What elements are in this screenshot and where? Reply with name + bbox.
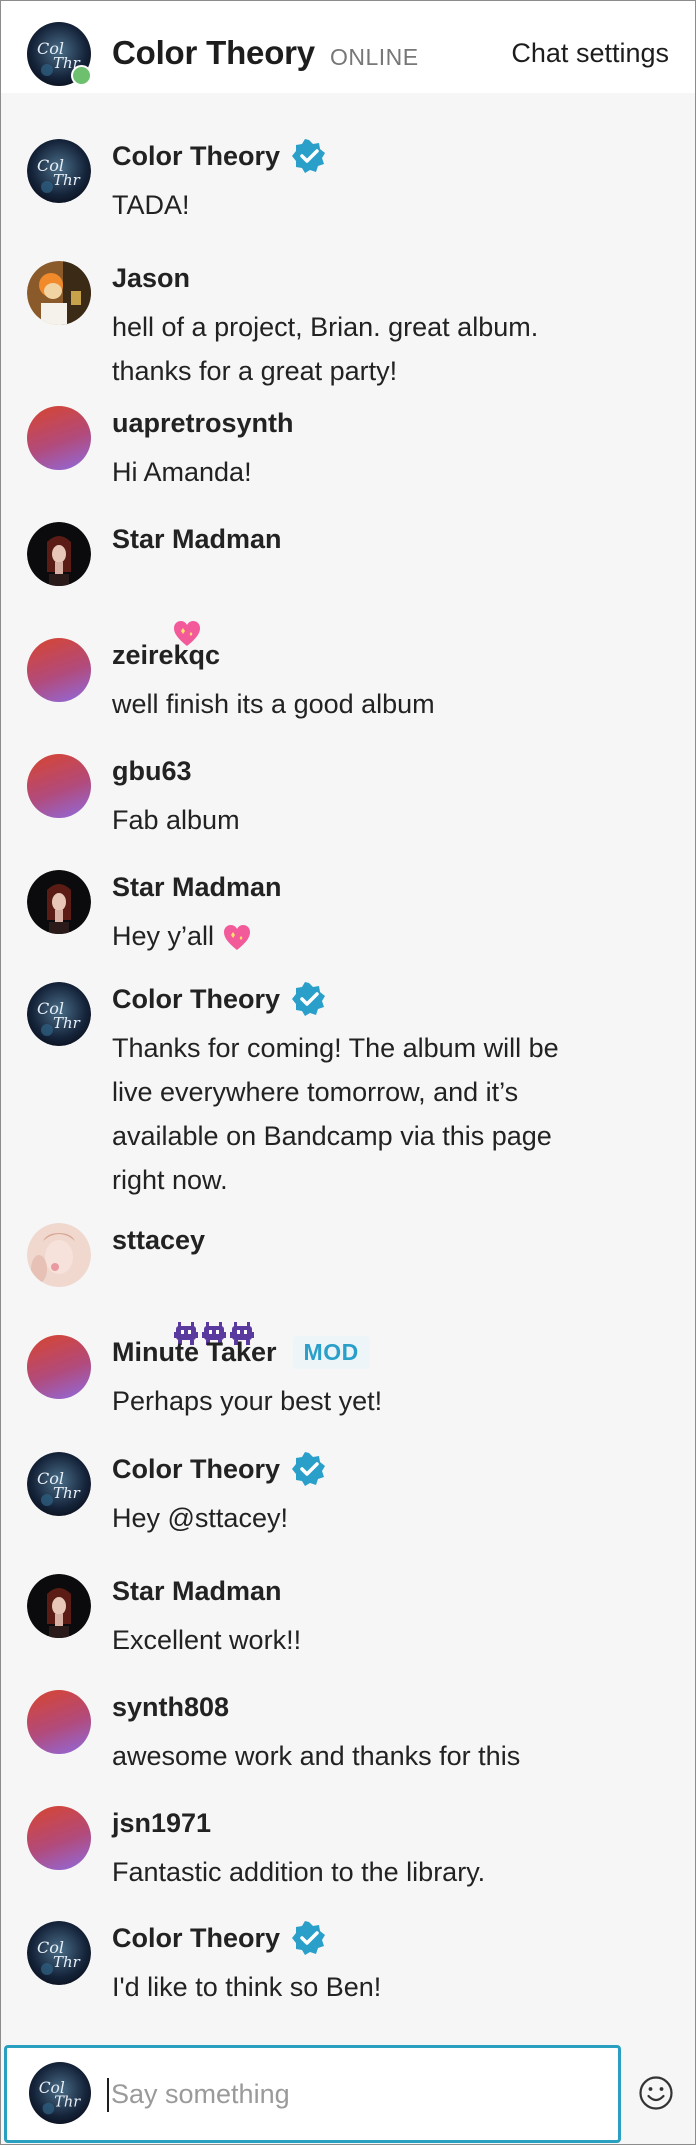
message-text: well finish its a good album [112,689,435,719]
message-text: Fab album [112,805,240,835]
avatar[interactable] [27,1806,91,1870]
svg-text:Thr: Thr [53,1953,81,1971]
author-name[interactable]: Color Theory [112,141,280,172]
author-name[interactable]: zeirekqc [112,640,220,671]
avatar[interactable] [27,638,91,702]
message-text: Hey y’all [112,914,602,958]
avatar[interactable] [27,870,91,934]
smiley-icon[interactable] [638,2075,674,2111]
author-name[interactable]: jsn1971 [112,1808,211,1839]
verified-badge-icon [292,1921,326,1955]
message-text: TADA! [112,190,190,220]
message-text: Excellent work!! [112,1625,302,1655]
user-avatar: Col Thr [29,2062,91,2124]
avatar[interactable] [27,1223,91,1287]
author-name[interactable]: Star Madman [112,524,282,555]
svg-text:Thr: Thr [53,1484,81,1502]
author-name[interactable]: synth808 [112,1692,229,1723]
author-name[interactable]: gbu63 [112,756,192,787]
avatar[interactable]: Col Thr [27,1921,91,1985]
sparkling-heart-emoji [223,924,250,950]
composer: Col Thr [1,2041,695,2144]
message-text: Perhaps your best yet! [112,1386,383,1416]
message-input-box[interactable]: Col Thr [4,2045,621,2143]
chat-window: Col Thr Color Theory TADA! Jason hell of … [0,0,696,2145]
avatar[interactable] [27,406,91,470]
message-text: Hi Amanda! [112,457,252,487]
verified-badge-icon [292,1452,326,1486]
author-name[interactable]: Color Theory [112,1454,280,1485]
avatar[interactable]: Col Thr [27,982,91,1046]
avatar[interactable] [27,1574,91,1638]
svg-text:Thr: Thr [53,1014,81,1032]
message-input[interactable] [111,2070,591,2118]
author-name[interactable]: Star Madman [112,872,282,903]
author-name[interactable]: sttacey [112,1225,205,1256]
text-caret [107,2078,109,2112]
svg-text:Thr: Thr [53,171,81,189]
channel-title: Color Theory [112,34,315,71]
author-name[interactable]: Minute Taker [112,1337,277,1368]
message-text: Hey @sttacey! [112,1503,288,1533]
message-text-content: Hey y’all [112,921,215,951]
avatar[interactable]: Col Thr [27,1452,91,1516]
online-indicator [71,65,92,86]
avatar[interactable]: Col Thr [27,139,91,203]
avatar[interactable] [27,1335,91,1399]
author-name[interactable]: Color Theory [112,984,280,1015]
svg-text:Thr: Thr [54,2095,81,2111]
message-text: I'd like to think so Ben! [112,1972,382,2002]
mod-badge: MOD [292,1335,370,1369]
author-name[interactable]: Star Madman [112,1576,282,1607]
avatar[interactable] [27,754,91,818]
message-text: Fantastic addition to the library. [112,1857,486,1887]
avatar[interactable] [27,1690,91,1754]
channel-avatar[interactable]: Col Thr [27,22,92,86]
chat-settings-button[interactable]: Chat settings [511,38,669,69]
message-text [112,566,602,698]
online-status: ONLINE [330,44,419,70]
author-name[interactable]: Color Theory [112,1923,280,1954]
message-list[interactable]: Col Thr Color Theory TADA! Jason hell of … [1,1,695,2041]
message-text: hell of a project, Brian. great album. t… [112,312,539,386]
verified-badge-icon [292,139,326,173]
verified-badge-icon [292,982,326,1016]
author-name[interactable]: uapretrosynth [112,408,294,439]
chat-header: Col Thr Color Theory ONLINE Chat settings [1,1,695,93]
message-text: Thanks for coming! The album will be liv… [112,1033,559,1195]
message-text: awesome work and thanks for this [112,1741,521,1771]
author-name[interactable]: Jason [112,263,190,294]
avatar[interactable] [27,522,91,586]
avatar[interactable] [27,261,91,325]
